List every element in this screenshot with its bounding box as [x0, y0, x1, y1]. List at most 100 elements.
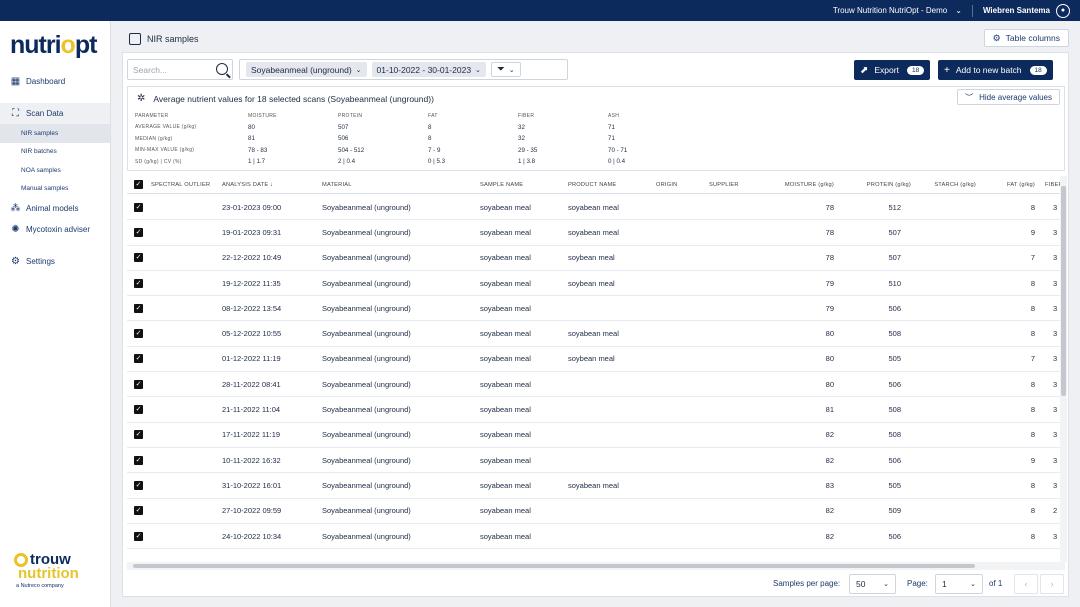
sidebar-item-mycotoxin-adviser[interactable]: ✺ Mycotoxin adviser	[0, 219, 110, 240]
scrollbar-thumb[interactable]	[1061, 186, 1066, 396]
sidebar-item-animal-models[interactable]: ⁂ Animal models	[0, 198, 110, 219]
row-checkbox[interactable]: ✓	[134, 354, 143, 364]
row-checkbox[interactable]: ✓	[134, 329, 143, 339]
sidebar-item-scan-data[interactable]: ⛶ Scan Data	[0, 103, 110, 124]
column-header[interactable]: FAT (g/kg)	[977, 182, 1035, 188]
gear-icon: ⚙	[11, 256, 20, 267]
sidebar-item-noa-samples[interactable]: NOA samples	[0, 161, 110, 180]
sidebar-item-nir-samples[interactable]: NIR samples	[0, 124, 110, 143]
add-to-new-batch-button[interactable]: + Add to new batch 18	[938, 60, 1053, 80]
table-row[interactable]: ✓ 28-11-2022 08:41 Soyabeanmeal (unground)…	[127, 372, 1065, 398]
samples-per-page-select[interactable]: 50 ⌄	[849, 574, 896, 594]
column-header[interactable]: ORIGIN	[656, 182, 677, 188]
table-row[interactable]: ✓ 10-11-2022 16:32 Soyabeanmeal (unground)…	[127, 448, 1065, 474]
column-header[interactable]: MOISTURE (g/kg)	[767, 182, 834, 188]
row-checkbox[interactable]: ✓	[134, 253, 143, 263]
next-page-button[interactable]: ›	[1040, 574, 1064, 594]
row-checkbox[interactable]: ✓	[134, 480, 143, 490]
column-header[interactable]: MATERIAL	[322, 182, 352, 188]
funnel-icon: ⏷	[496, 64, 505, 75]
table-columns-button[interactable]: ⚙ Table columns	[983, 29, 1069, 47]
table-row[interactable]: ✓ 31-10-2022 16:01 Soyabeanmeal (unground)…	[127, 473, 1065, 499]
table-row[interactable]: ✓ 22-12-2022 10:49 Soyabeanmeal (unground)…	[127, 246, 1065, 271]
average-values-title: ✲ Average nutrient values for 18 selecte…	[137, 93, 434, 104]
user-avatar-icon[interactable]: ●	[1056, 3, 1070, 18]
scan-icon: ⛶	[12, 108, 19, 119]
material-filter-chip[interactable]: Soyabeanmeal (unground) ⌄	[246, 62, 367, 77]
organization-selector[interactable]: Trouw Nutrition NutriOpt - Demo	[833, 6, 947, 15]
sidebar-item-settings[interactable]: ⚙ Settings	[0, 251, 110, 272]
select-all-checkbox[interactable]: ✓	[134, 180, 143, 189]
row-checkbox[interactable]: ✓	[134, 202, 143, 212]
date-filter-chip[interactable]: 01-10-2022 - 30-01-2023 ⌄	[371, 62, 486, 77]
row-checkbox[interactable]: ✓	[134, 455, 143, 465]
search-icon[interactable]	[216, 63, 228, 75]
cell-fiber: 3	[1053, 227, 1058, 237]
cell-fat: 8	[1030, 480, 1035, 490]
sidebar-nav: ▦ Dashboard ⛶ Scan Data NIR samples NIR …	[0, 71, 110, 272]
table-row[interactable]: ✓ 08-12-2022 13:54 Soyabeanmeal (unground)…	[127, 296, 1065, 322]
row-checkbox[interactable]: ✓	[134, 379, 143, 389]
scan-icon	[129, 33, 141, 45]
average-values-panel: ✲ Average nutrient values for 18 selecte…	[127, 86, 1065, 171]
table-row[interactable]: ✓ 21-11-2022 11:04 Soyabeanmeal (unground)…	[127, 397, 1065, 423]
filter-button[interactable]: ⏷ ⌄	[490, 62, 521, 77]
cell-moisture: 80	[825, 329, 834, 339]
sidebar-item-manual-samples[interactable]: Manual samples	[0, 180, 110, 199]
samples-table: ✓ SPECTRAL OUTLIER ANALYSIS DATE ↓ MATER…	[127, 176, 1065, 562]
cell-fiber: 3	[1053, 480, 1058, 490]
chevron-down-icon[interactable]: ⌄	[955, 6, 962, 15]
table-row[interactable]: ✓ 27-10-2022 09:59 Soyabeanmeal (unground)…	[127, 499, 1065, 524]
table-row[interactable]: ✓ 17-11-2022 11:19 Soyabeanmeal (unground)…	[127, 423, 1065, 448]
search-input[interactable]: Search...	[127, 59, 233, 80]
cell-fiber: 3	[1053, 430, 1058, 440]
sidebar-item-dashboard[interactable]: ▦ Dashboard	[0, 71, 110, 92]
horizontal-scrollbar[interactable]	[127, 562, 1065, 570]
page-select[interactable]: 1 ⌄	[935, 574, 983, 594]
cell-date: 01-12-2022 11:19	[222, 354, 281, 364]
column-header[interactable]: PROTEIN (g/kg)	[837, 182, 911, 188]
column-header-analysis-date[interactable]: ANALYSIS DATE ↓	[222, 182, 273, 188]
cell-product: soyabean meal	[568, 202, 619, 212]
row-checkbox[interactable]: ✓	[134, 506, 143, 516]
column-header[interactable]: PRODUCT NAME	[568, 182, 616, 188]
cell-fiber: 3	[1053, 405, 1058, 415]
vertical-scrollbar[interactable]	[1060, 176, 1067, 562]
row-checkbox[interactable]: ✓	[134, 278, 143, 288]
column-header[interactable]: STARCH (g/kg)	[907, 182, 976, 188]
cell-protein: 508	[888, 430, 901, 440]
cell-sample: soyabean meal	[480, 405, 531, 415]
cell-product: soyabean meal	[568, 329, 619, 339]
cell-date: 27-10-2022 09:59	[222, 506, 282, 516]
cell-material: Soyabeanmeal (unground)	[322, 430, 411, 440]
row-checkbox[interactable]: ✓	[134, 405, 143, 415]
scrollbar-thumb[interactable]	[133, 564, 975, 568]
column-header[interactable]: SUPPLIER	[709, 182, 739, 188]
table-row[interactable]: ✓ 19-01-2023 09:31 Soyabeanmeal (unground)…	[127, 220, 1065, 246]
chevron-right-icon: ›	[1050, 579, 1054, 589]
min-max-row: MIN-MAX VALUE (g/kg) 78 - 83 504 - 512 7 - …	[135, 146, 628, 154]
column-header[interactable]: SPECTRAL OUTLIER	[151, 182, 210, 188]
nutriopt-logo[interactable]: nutriopt	[10, 31, 97, 60]
previous-page-button[interactable]: ‹	[1014, 574, 1038, 594]
row-checkbox[interactable]: ✓	[134, 227, 143, 237]
user-name[interactable]: Wiebren Santema	[983, 6, 1050, 15]
column-header[interactable]: SAMPLE NAME	[480, 182, 523, 188]
table-row[interactable]: ✓ 24-10-2022 10:34 Soyabeanmeal (unground)…	[127, 524, 1065, 550]
cell-date: 22-12-2022 10:49	[222, 253, 282, 263]
chevron-down-icon: ⌄	[475, 66, 481, 74]
table-row[interactable]: ✓ 01-12-2022 11:19 Soyabeanmeal (unground)…	[127, 347, 1065, 373]
sidebar-item-nir-batches[interactable]: NIR batches	[0, 143, 110, 162]
cell-fat: 8	[1030, 506, 1035, 516]
cell-fiber: 3	[1053, 202, 1058, 212]
row-checkbox[interactable]: ✓	[134, 531, 143, 541]
table-row[interactable]: ✓ 19-12-2022 11:35 Soyabeanmeal (unground)…	[127, 271, 1065, 297]
hide-average-values-button[interactable]: ︶ Hide average values	[957, 89, 1060, 105]
table-row[interactable]: ✓ 23-01-2023 09:00 Soyabeanmeal (unground)…	[127, 195, 1065, 221]
sidebar-item-label: Animal models	[26, 204, 79, 213]
row-checkbox[interactable]: ✓	[134, 430, 143, 440]
cell-moisture: 79	[825, 278, 834, 288]
export-button[interactable]: ⬈ Export 18	[854, 60, 931, 80]
row-checkbox[interactable]: ✓	[134, 303, 143, 313]
table-row[interactable]: ✓ 05-12-2022 10:55 Soyabeanmeal (unground)…	[127, 322, 1065, 347]
